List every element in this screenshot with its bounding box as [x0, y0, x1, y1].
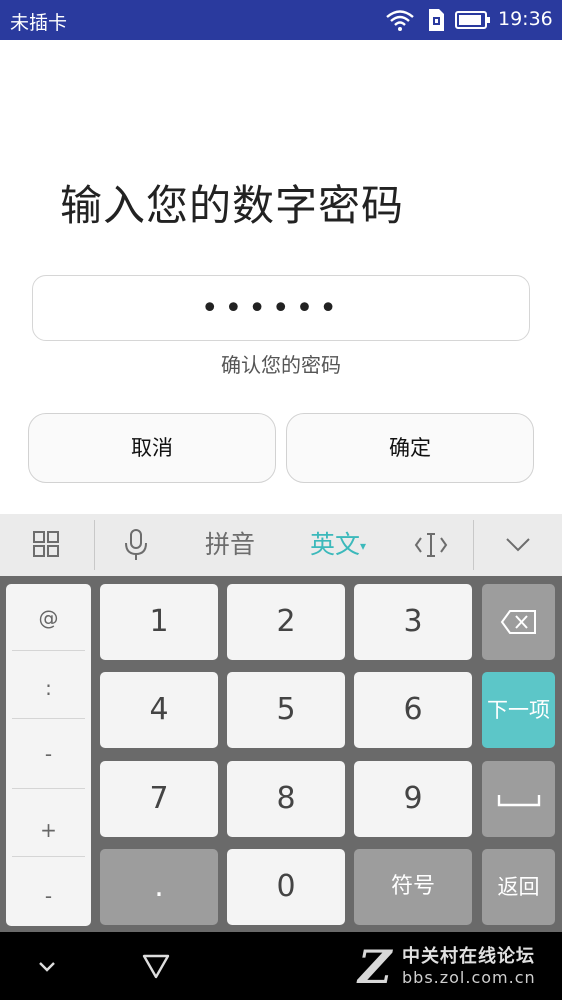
sim-icon — [426, 8, 446, 36]
english-toggle[interactable]: 英文▾ — [310, 514, 366, 576]
symbol-key[interactable]: : — [6, 676, 91, 700]
key-6[interactable]: 6 — [354, 672, 472, 748]
space-icon — [497, 795, 540, 807]
status-time: 19:36 — [498, 8, 553, 30]
password-mask: •••••• — [200, 291, 343, 326]
wifi-icon — [385, 9, 415, 35]
symbols-key[interactable]: 符号 — [354, 849, 472, 925]
carrier-label: 未插卡 — [10, 12, 68, 34]
return-key[interactable]: 返回 — [482, 849, 555, 925]
divider — [12, 788, 85, 789]
key-3[interactable]: 3 — [354, 584, 472, 660]
english-label: 英文 — [310, 530, 361, 559]
page-title: 输入您的数字密码 — [60, 181, 405, 230]
dot-key[interactable]: . — [100, 849, 218, 925]
symbol-key[interactable]: - — [6, 742, 91, 766]
key-5[interactable]: 5 — [227, 672, 345, 748]
watermark-logo: Z — [358, 940, 392, 994]
toolbar-divider — [94, 520, 95, 570]
grid-icon[interactable] — [32, 530, 60, 560]
symbol-key[interactable]: @ — [6, 606, 91, 630]
backspace-key[interactable] — [482, 584, 555, 660]
watermark-title: 中关村在线论坛 — [402, 946, 535, 967]
watermark: Z 中关村在线论坛 bbs.zol.com.cn — [352, 938, 557, 994]
pinyin-toggle[interactable]: 拼音 — [205, 514, 255, 576]
key-4[interactable]: 4 — [100, 672, 218, 748]
status-bar: 未插卡 19:36 — [0, 0, 562, 40]
key-8[interactable]: 8 — [227, 761, 345, 837]
navigation-bar: Z 中关村在线论坛 bbs.zol.com.cn — [0, 932, 562, 1000]
symbol-column[interactable]: @ : - + - — [6, 584, 91, 926]
symbol-key[interactable]: + — [6, 818, 91, 842]
key-2[interactable]: 2 — [227, 584, 345, 660]
confirm-hint: 确认您的密码 — [221, 353, 341, 377]
cancel-button[interactable]: 取消 — [28, 413, 276, 483]
confirm-button[interactable]: 确定 — [286, 413, 534, 483]
divider — [12, 856, 85, 857]
symbol-key[interactable]: - — [6, 884, 91, 908]
chevron-down-icon[interactable] — [38, 958, 56, 977]
key-1[interactable]: 1 — [100, 584, 218, 660]
next-button[interactable]: 下一项 — [482, 672, 555, 748]
backspace-icon — [500, 610, 536, 634]
microphone-icon[interactable] — [122, 528, 150, 562]
keyboard-toolbar: 拼音 英文▾ — [0, 514, 562, 576]
password-field[interactable]: •••••• — [32, 275, 530, 341]
space-key[interactable] — [482, 761, 555, 837]
divider — [12, 650, 85, 651]
dropdown-caret-icon: ▾ — [360, 539, 367, 553]
battery-icon — [455, 11, 491, 33]
toolbar-divider — [473, 520, 474, 570]
chevron-down-icon[interactable] — [504, 534, 532, 556]
triangle-back-icon[interactable] — [141, 952, 171, 984]
key-0[interactable]: 0 — [227, 849, 345, 925]
watermark-url: bbs.zol.com.cn — [402, 968, 536, 987]
cursor-icon[interactable] — [414, 530, 448, 560]
numeric-keyboard: @ : - + - 1 2 3 4 5 6 下一项 7 8 9 . 0 符号 返… — [0, 576, 562, 932]
key-9[interactable]: 9 — [354, 761, 472, 837]
divider — [12, 718, 85, 719]
key-7[interactable]: 7 — [100, 761, 218, 837]
